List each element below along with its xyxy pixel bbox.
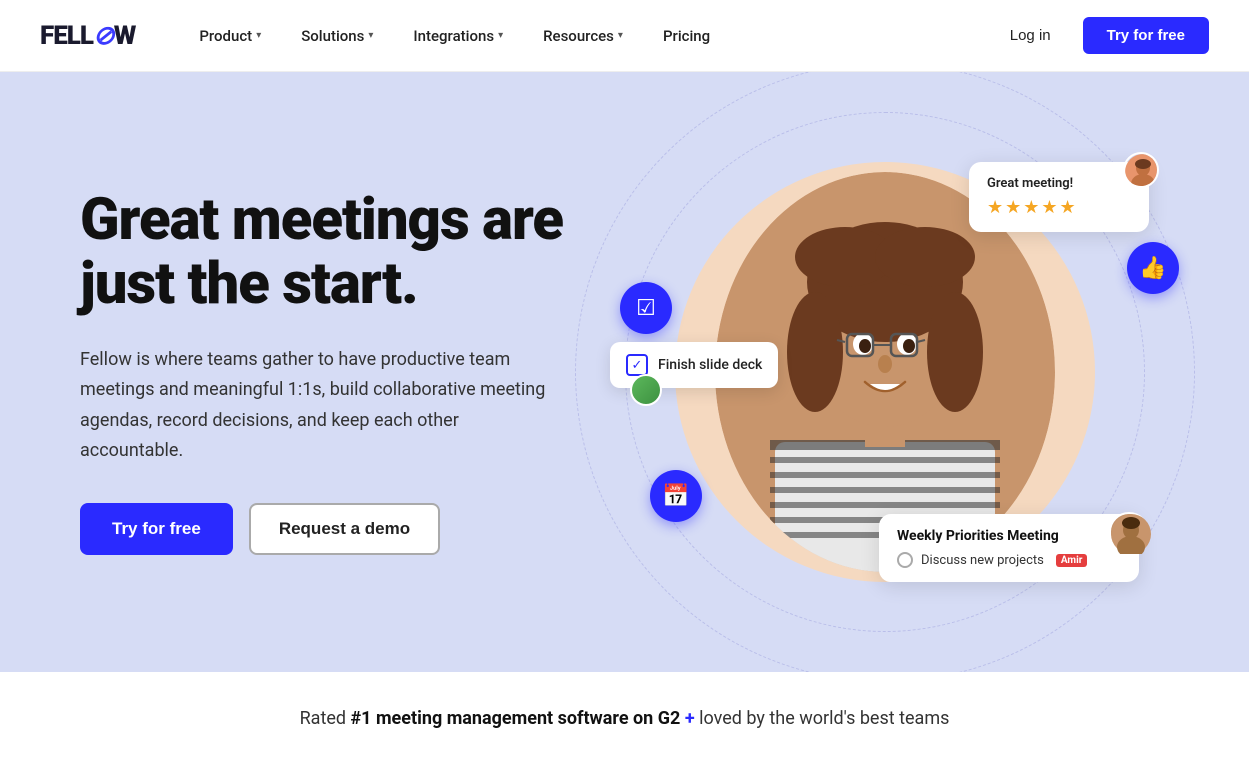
checkbox-icon: ☑	[636, 296, 656, 321]
hero-description: Fellow is where teams gather to have pro…	[80, 345, 550, 467]
navbar: FELL⊘W Product ▾ Solutions ▾ Integration…	[0, 0, 1249, 72]
task-card: ✓ Finish slide deck	[610, 342, 778, 388]
calendar-icon: 📅	[662, 484, 689, 509]
thumbs-up-icon: 👍	[1139, 256, 1166, 281]
hero-buttons: Try for free Request a demo	[80, 503, 600, 555]
nav-try-button[interactable]: Try for free	[1083, 17, 1209, 54]
star-rating: ★★★★★	[987, 197, 1131, 218]
avatar-rating	[1123, 152, 1159, 188]
nav-item-product[interactable]: Product ▾	[183, 19, 277, 53]
nav-label-integrations: Integrations	[413, 27, 494, 45]
nav-label-solutions: Solutions	[301, 27, 364, 45]
logo-slash: ⊘	[93, 21, 114, 51]
nav-actions: Log in Try for free	[990, 17, 1209, 54]
nav-label-resources: Resources	[543, 27, 614, 45]
logo[interactable]: FELL⊘W	[40, 21, 135, 51]
bottom-section: Rated #1 meeting management software on …	[0, 672, 1249, 765]
checkbox-bubble: ☑	[620, 282, 672, 334]
task-avatar	[630, 374, 662, 406]
thumbs-up-bubble: 👍	[1127, 242, 1179, 294]
hero-right: Great meeting! ★★★★★ 👍 ☑ ✓ Finish slide …	[600, 132, 1169, 612]
hero-try-button[interactable]: Try for free	[80, 503, 233, 555]
calendar-bubble: 📅	[650, 470, 702, 522]
amir-badge: Amir	[1056, 554, 1088, 567]
task-label: Finish slide deck	[658, 357, 762, 373]
nav-links: Product ▾ Solutions ▾ Integrations ▾ Res…	[183, 19, 989, 53]
chevron-down-icon: ▾	[498, 30, 503, 41]
hero-demo-button[interactable]: Request a demo	[249, 503, 440, 555]
login-button[interactable]: Log in	[990, 19, 1071, 52]
meeting-rating-title: Great meeting!	[987, 176, 1131, 191]
nav-item-solutions[interactable]: Solutions ▾	[285, 19, 389, 53]
hero-left: Great meetings are just the start. Fello…	[80, 189, 600, 555]
bottom-highlight: #1 meeting management software on G2	[351, 708, 681, 729]
hero-title: Great meetings are just the start.	[80, 189, 600, 317]
meeting-rating-card: Great meeting! ★★★★★	[969, 162, 1149, 232]
avatar-man-icon	[1111, 514, 1151, 554]
weekly-priorities-card: Weekly Priorities Meeting Discuss new pr…	[879, 514, 1139, 582]
bottom-text-after: loved by the world's best teams	[699, 708, 949, 729]
radio-circle-icon	[897, 552, 913, 568]
bottom-plus: +	[680, 708, 699, 729]
task-check-icon: ✓	[626, 354, 648, 376]
nav-item-pricing[interactable]: Pricing	[647, 19, 726, 53]
chevron-down-icon: ▾	[368, 30, 373, 41]
avatar-person-icon	[1125, 154, 1159, 188]
nav-item-integrations[interactable]: Integrations ▾	[397, 19, 519, 53]
weekly-item: Discuss new projects Amir	[897, 552, 1121, 568]
weekly-item-text: Discuss new projects	[921, 553, 1044, 568]
chevron-down-icon: ▾	[618, 30, 623, 41]
bottom-text: Rated #1 meeting management software on …	[0, 708, 1249, 729]
avatar-man	[1109, 512, 1149, 552]
chevron-down-icon: ▾	[256, 30, 261, 41]
weekly-title: Weekly Priorities Meeting	[897, 528, 1121, 544]
nav-label-pricing: Pricing	[663, 27, 710, 45]
hero-section: Great meetings are just the start. Fello…	[0, 72, 1249, 672]
nav-item-resources[interactable]: Resources ▾	[527, 19, 639, 53]
nav-label-product: Product	[199, 27, 252, 45]
bottom-text-before: Rated	[300, 708, 351, 729]
